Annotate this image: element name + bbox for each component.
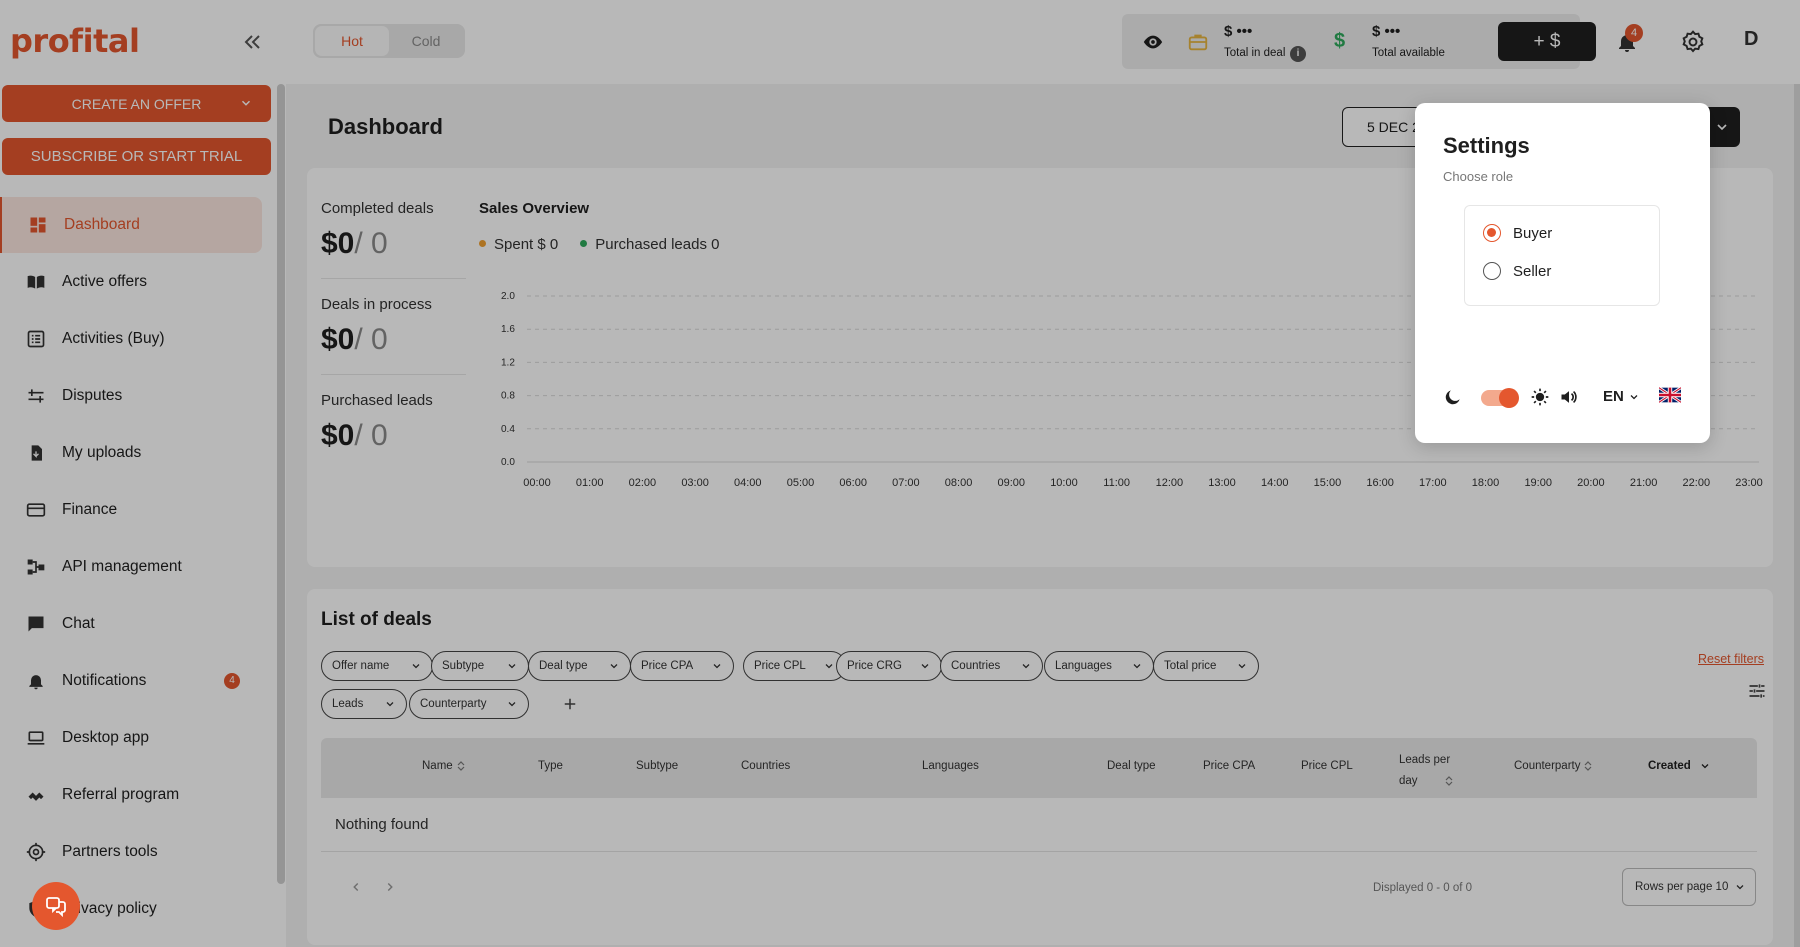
volume-icon[interactable]	[1559, 387, 1579, 407]
sun-icon[interactable]	[1530, 387, 1550, 407]
language-select[interactable]: EN	[1603, 388, 1640, 405]
moon-icon[interactable]	[1443, 387, 1463, 407]
role-label: Buyer	[1513, 224, 1553, 242]
chevron-down-icon	[1630, 394, 1638, 399]
language-label: EN	[1603, 388, 1624, 405]
settings-title: Settings	[1443, 133, 1530, 158]
theme-toggle[interactable]	[1481, 388, 1519, 408]
support-chat-button[interactable]	[32, 882, 80, 930]
uk-flag-icon[interactable]	[1659, 386, 1681, 404]
settings-popover: Settings Choose role Buyer Seller EN	[1415, 103, 1710, 443]
role-buyer[interactable]: Buyer	[1483, 224, 1552, 242]
role-selector: Buyer Seller	[1464, 205, 1660, 306]
radio-button[interactable]	[1483, 262, 1501, 280]
settings-subtitle: Choose role	[1443, 169, 1514, 184]
role-label: Seller	[1513, 262, 1552, 280]
radio-button[interactable]	[1483, 224, 1501, 242]
chat-bubble-icon	[46, 897, 66, 918]
role-seller[interactable]: Seller	[1483, 262, 1551, 280]
